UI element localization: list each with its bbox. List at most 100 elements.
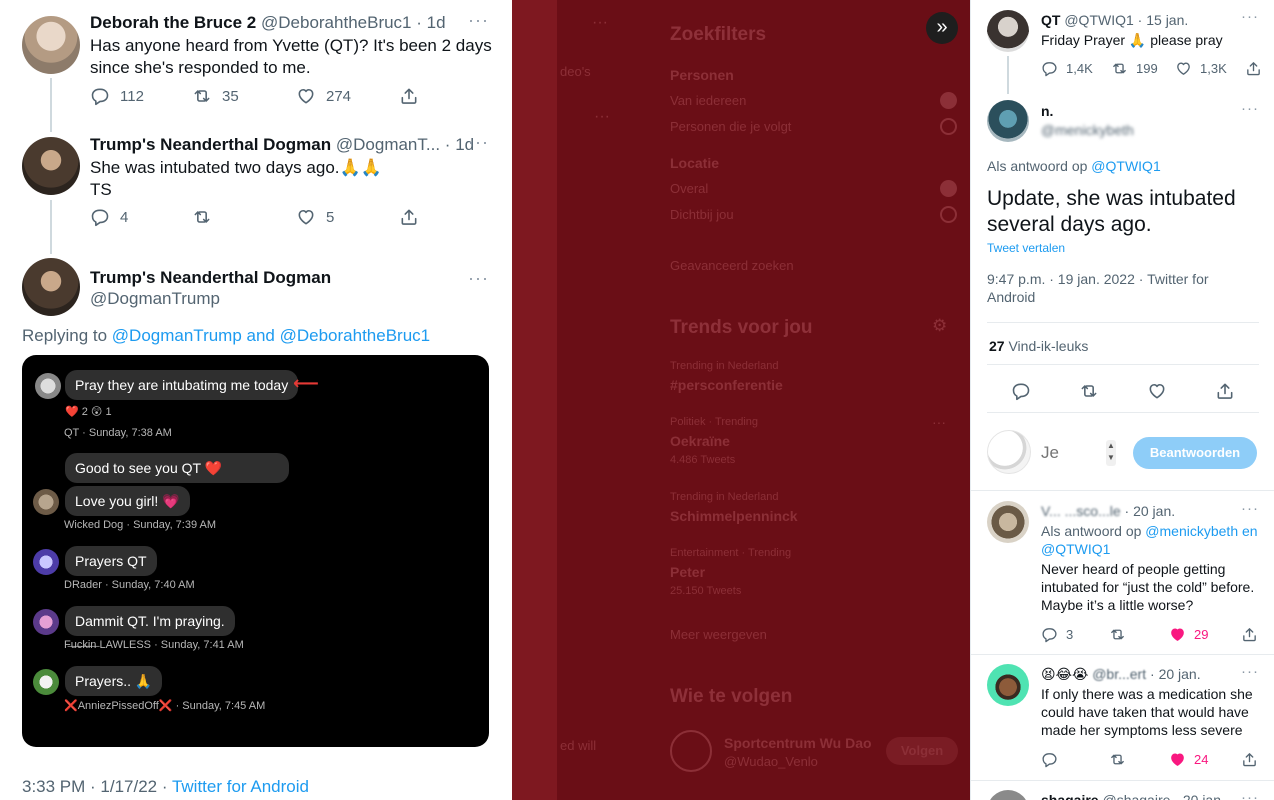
like-button[interactable]: 5 [296,207,334,227]
share-button[interactable] [1215,381,1235,401]
advanced-search-link[interactable]: Geavanceerd zoeken [670,258,794,273]
more-icon[interactable]: ··· [468,132,489,153]
reply-input[interactable] [1041,440,1103,466]
chat-message: Good to see you QT ❤️ [65,453,289,483]
tweet-time[interactable]: 20 jan. [1159,666,1201,682]
trend-name[interactable]: Peter [670,564,705,580]
more-icon[interactable]: ··· [1241,663,1259,680]
avatar[interactable] [987,790,1029,800]
author-handle[interactable]: @DogmanTrump [90,289,220,309]
follow-suggestion-handle[interactable]: @Wudao_Venlo [724,754,818,769]
avatar[interactable] [987,430,1031,474]
trend-count: 25.150 Tweets [670,585,742,597]
translate-link[interactable]: Tweet vertalen [987,241,1065,255]
avatar[interactable] [987,501,1029,543]
like-button[interactable]: 274 [296,86,351,106]
author-handle[interactable]: @shagaire [1102,792,1170,800]
avatar[interactable] [987,10,1029,52]
trend-name[interactable]: #persconferentie [670,377,783,393]
gear-icon[interactable]: ⚙ [932,316,947,336]
avatar[interactable] [22,16,80,74]
more-icon[interactable]: ··· [932,414,946,430]
author-name[interactable]: 😫😂😭 [1041,666,1088,682]
red-arrow-icon: ⟵ [293,373,319,393]
replying-to-link[interactable]: @DogmanTrump and @DeborahtheBruc1 [112,326,430,345]
dimmed-column-edge [512,0,557,800]
tweet-time[interactable]: 20 jan. [1183,792,1225,800]
more-icon[interactable]: ··· [1241,8,1259,25]
retweet-button[interactable]: 199 [1111,60,1158,77]
like-button[interactable]: 1,3K [1175,60,1227,77]
tweet-timestamp[interactable]: 3:33 PM · 1/17/22 · [22,777,168,796]
radio-selected[interactable] [940,180,957,197]
author-handle[interactable]: @QTWIQ1 [1064,12,1133,28]
author-name[interactable]: Deborah the Bruce 2 [90,13,256,32]
reply-button[interactable]: 112 [90,86,144,106]
more-icon[interactable]: ··· [1241,100,1259,117]
radio-selected[interactable] [940,92,957,109]
right-conversation-panel: QT @QTWIQ1 · 15 jan. ··· Friday Prayer 🙏… [970,0,1274,800]
show-more-link[interactable]: Meer weergeven [670,627,767,642]
author-name[interactable]: Trump's Neanderthal Dogman [90,135,331,154]
dimmed-background-overlay[interactable]: ··· deo's ··· » Zoekfilters Personen Van… [512,0,970,800]
tweet-source[interactable]: Twitter for Android [172,777,309,796]
like-button[interactable] [1147,381,1167,401]
reply-button[interactable]: 4 [90,207,128,227]
more-icon[interactable]: ··· [1241,500,1259,517]
avatar[interactable] [22,137,80,195]
reply-button[interactable]: 1,4K [1041,60,1093,77]
author-handle[interactable]: @DogmanT... [336,135,440,154]
follow-button[interactable]: Volgen [886,737,958,765]
reply-submit-button[interactable]: Beantwoorden [1133,437,1257,469]
attached-image[interactable]: Pray they are intubatimg me today ⟵ ❤️ 2… [22,355,489,747]
tweet-timestamp[interactable]: 9:47 p.m. · 19 jan. 2022 · Twitter for A… [987,270,1247,306]
more-icon[interactable]: ··· [1241,789,1259,800]
avatar[interactable] [22,258,80,316]
share-icon [1243,628,1256,642]
tweet-text: Never heard of people getting intubated … [1041,561,1255,613]
share-button[interactable] [1241,626,1258,643]
radio-unselected[interactable] [940,118,957,135]
more-icon[interactable]: ··· [468,10,489,31]
follow-suggestion-name[interactable]: Sportcentrum Wu Dao [724,735,872,751]
chat-meta: QT · Sunday, 7:38 AM [64,427,172,439]
tweet-time[interactable]: 1d [427,13,446,32]
like-button[interactable]: 29 [1169,626,1208,643]
like-button[interactable]: 24 [1169,751,1208,768]
avatar[interactable] [987,100,1029,142]
retweet-button[interactable] [192,207,212,227]
scroll-stepper-icon[interactable]: ▲ ▼ [1106,440,1116,466]
filter-section-label: Personen [670,67,734,83]
retweet-button[interactable] [1109,751,1126,768]
author-name[interactable]: shagaire [1041,792,1099,800]
likes-summary[interactable]: 27 Vind-ik-leuks [989,338,1088,354]
separator: · [1137,12,1143,28]
author-handle[interactable]: @menickybeth [1041,122,1134,138]
trend-name[interactable]: Schimmelpenninck [670,508,798,524]
trend-name[interactable]: Oekraïne [670,433,730,449]
author-handle[interactable]: @DeborahtheBruc1 [261,13,412,32]
reply-button[interactable] [1041,751,1058,768]
share-button[interactable] [1245,60,1262,77]
author-name[interactable]: V... ...sco...le [1041,503,1121,519]
author-name[interactable]: n. [1041,103,1053,119]
author-name[interactable]: QT [1041,12,1060,28]
more-icon[interactable]: ··· [468,268,489,289]
reply-button[interactable]: 3 [1041,626,1073,643]
retweet-button[interactable] [1079,381,1099,401]
tweet-time[interactable]: 15 jan. [1146,12,1188,28]
author-name[interactable]: Trump's Neanderthal Dogman [90,268,331,288]
reply-button[interactable] [1011,381,1031,401]
reply-to-link[interactable]: @QTWIQ1 [1091,158,1160,174]
retweet-button[interactable]: 35 [192,86,239,106]
avatar[interactable] [670,730,712,772]
avatar[interactable] [987,664,1029,706]
collapse-panel-icon[interactable]: » [926,12,958,44]
share-button[interactable] [1241,751,1258,768]
author-handle[interactable]: @br...ert [1092,666,1146,682]
share-button[interactable] [399,86,419,106]
radio-unselected[interactable] [940,206,957,223]
retweet-button[interactable] [1109,626,1126,643]
tweet-time[interactable]: 20 jan. [1133,503,1175,519]
share-button[interactable] [399,207,419,227]
